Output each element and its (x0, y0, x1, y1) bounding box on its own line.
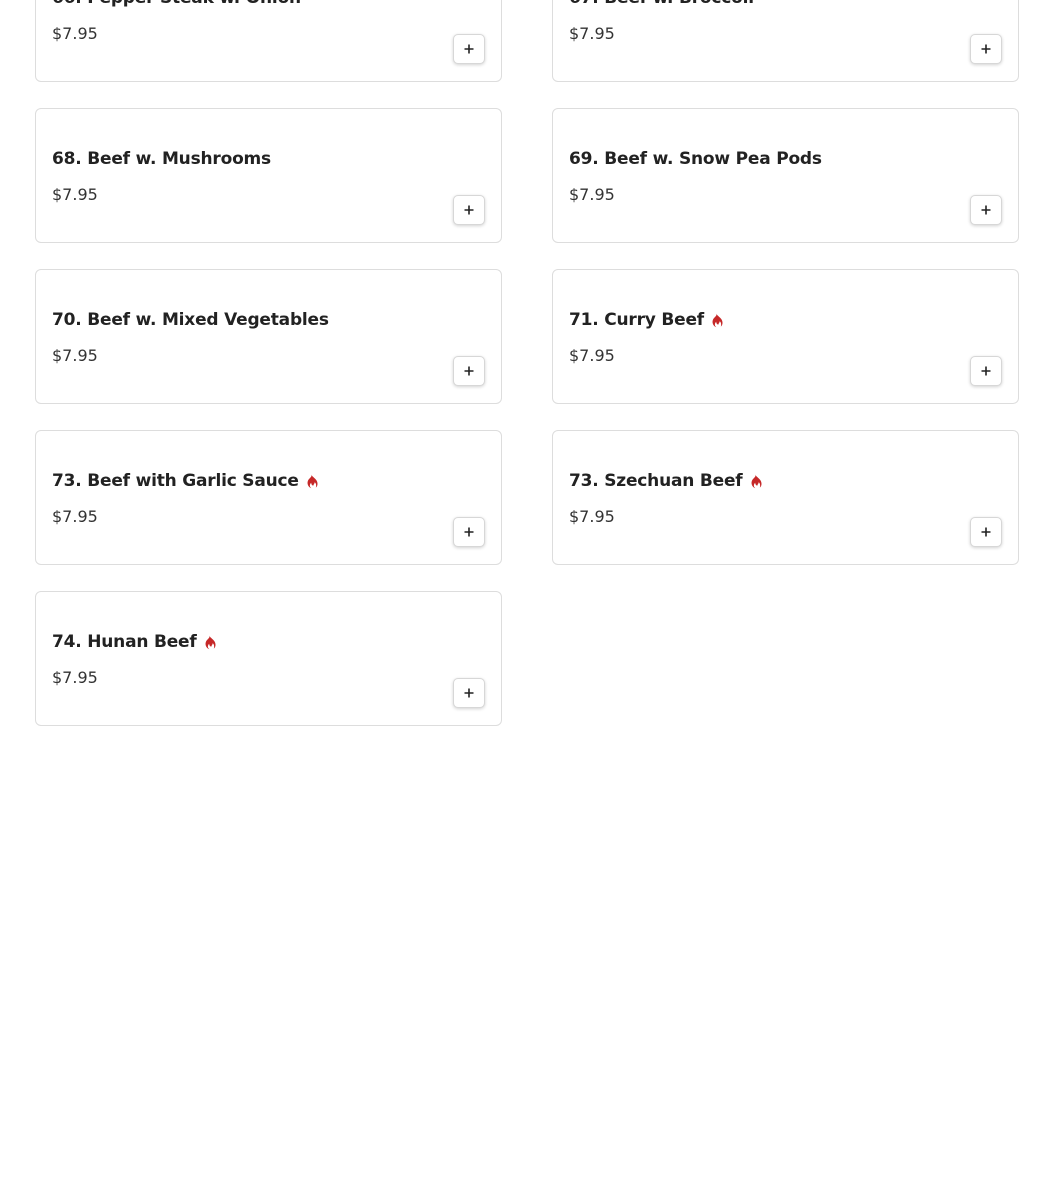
menu-item-title: 69. Beef w. Snow Pea Pods (569, 149, 822, 169)
add-to-cart-button[interactable] (970, 356, 1002, 386)
menu-item-title: 74. Hunan Beef (52, 632, 216, 652)
menu-item-name: 68. Beef w. Mushrooms (52, 149, 271, 169)
add-to-cart-button[interactable] (453, 34, 485, 64)
menu-item-title: 73. Beef with Garlic Sauce (52, 471, 318, 491)
menu-item-card[interactable]: 74. Hunan Beef $7.95 (35, 591, 502, 726)
plus-icon (464, 688, 474, 698)
menu-item-price: $7.95 (569, 346, 615, 365)
menu-item-title: 73. Szechuan Beef (569, 471, 762, 491)
menu-item-name: 67. Beef w. Broccoli (569, 0, 754, 8)
menu-item-title: 66. Pepper Steak w. Onion (52, 0, 301, 8)
menu-item-name: 73. Szechuan Beef (569, 471, 743, 491)
menu-item-name: 70. Beef w. Mixed Vegetables (52, 310, 329, 330)
menu-item-name: 71. Curry Beef (569, 310, 704, 330)
plus-icon (464, 366, 474, 376)
menu-item-name: 73. Beef with Garlic Sauce (52, 471, 299, 491)
menu-item-card[interactable]: 71. Curry Beef $7.95 (552, 269, 1019, 404)
menu-item-price: $7.95 (569, 507, 615, 526)
menu-item-card[interactable]: 68. Beef w. Mushrooms $7.95 (35, 108, 502, 243)
menu-item-price: $7.95 (52, 185, 98, 204)
plus-icon (464, 44, 474, 54)
menu-item-card[interactable]: 73. Beef with Garlic Sauce $7.95 (35, 430, 502, 565)
add-to-cart-button[interactable] (970, 34, 1002, 64)
menu-item-card[interactable]: 73. Szechuan Beef $7.95 (552, 430, 1019, 565)
plus-icon (981, 366, 991, 376)
add-to-cart-button[interactable] (453, 195, 485, 225)
menu-item-price: $7.95 (52, 668, 98, 687)
menu-item-card[interactable]: 70. Beef w. Mixed Vegetables $7.95 (35, 269, 502, 404)
add-to-cart-button[interactable] (453, 678, 485, 708)
flame-icon (203, 635, 216, 650)
menu-item-price: $7.95 (52, 24, 98, 43)
menu-item-title: 68. Beef w. Mushrooms (52, 149, 271, 169)
plus-icon (464, 205, 474, 215)
add-to-cart-button[interactable] (453, 356, 485, 386)
flame-icon (305, 474, 318, 489)
plus-icon (464, 527, 474, 537)
menu-item-title: 67. Beef w. Broccoli (569, 0, 754, 8)
flame-icon (749, 474, 762, 489)
menu-item-name: 69. Beef w. Snow Pea Pods (569, 149, 822, 169)
add-to-cart-button[interactable] (453, 517, 485, 547)
flame-icon (710, 313, 723, 328)
add-to-cart-button[interactable] (970, 195, 1002, 225)
menu-item-price: $7.95 (569, 185, 615, 204)
menu-item-name: 66. Pepper Steak w. Onion (52, 0, 301, 8)
menu-item-name: 74. Hunan Beef (52, 632, 197, 652)
add-to-cart-button[interactable] (970, 517, 1002, 547)
menu-item-price: $7.95 (52, 507, 98, 526)
menu-item-title: 70. Beef w. Mixed Vegetables (52, 310, 329, 330)
menu-item-card[interactable]: 67. Beef w. Broccoli $7.95 (552, 0, 1019, 82)
menu-item-card[interactable]: 69. Beef w. Snow Pea Pods $7.95 (552, 108, 1019, 243)
plus-icon (981, 205, 991, 215)
menu-item-card[interactable]: 66. Pepper Steak w. Onion $7.95 (35, 0, 502, 82)
menu-item-price: $7.95 (569, 24, 615, 43)
plus-icon (981, 44, 991, 54)
menu-item-price: $7.95 (52, 346, 98, 365)
plus-icon (981, 527, 991, 537)
menu-item-title: 71. Curry Beef (569, 310, 723, 330)
